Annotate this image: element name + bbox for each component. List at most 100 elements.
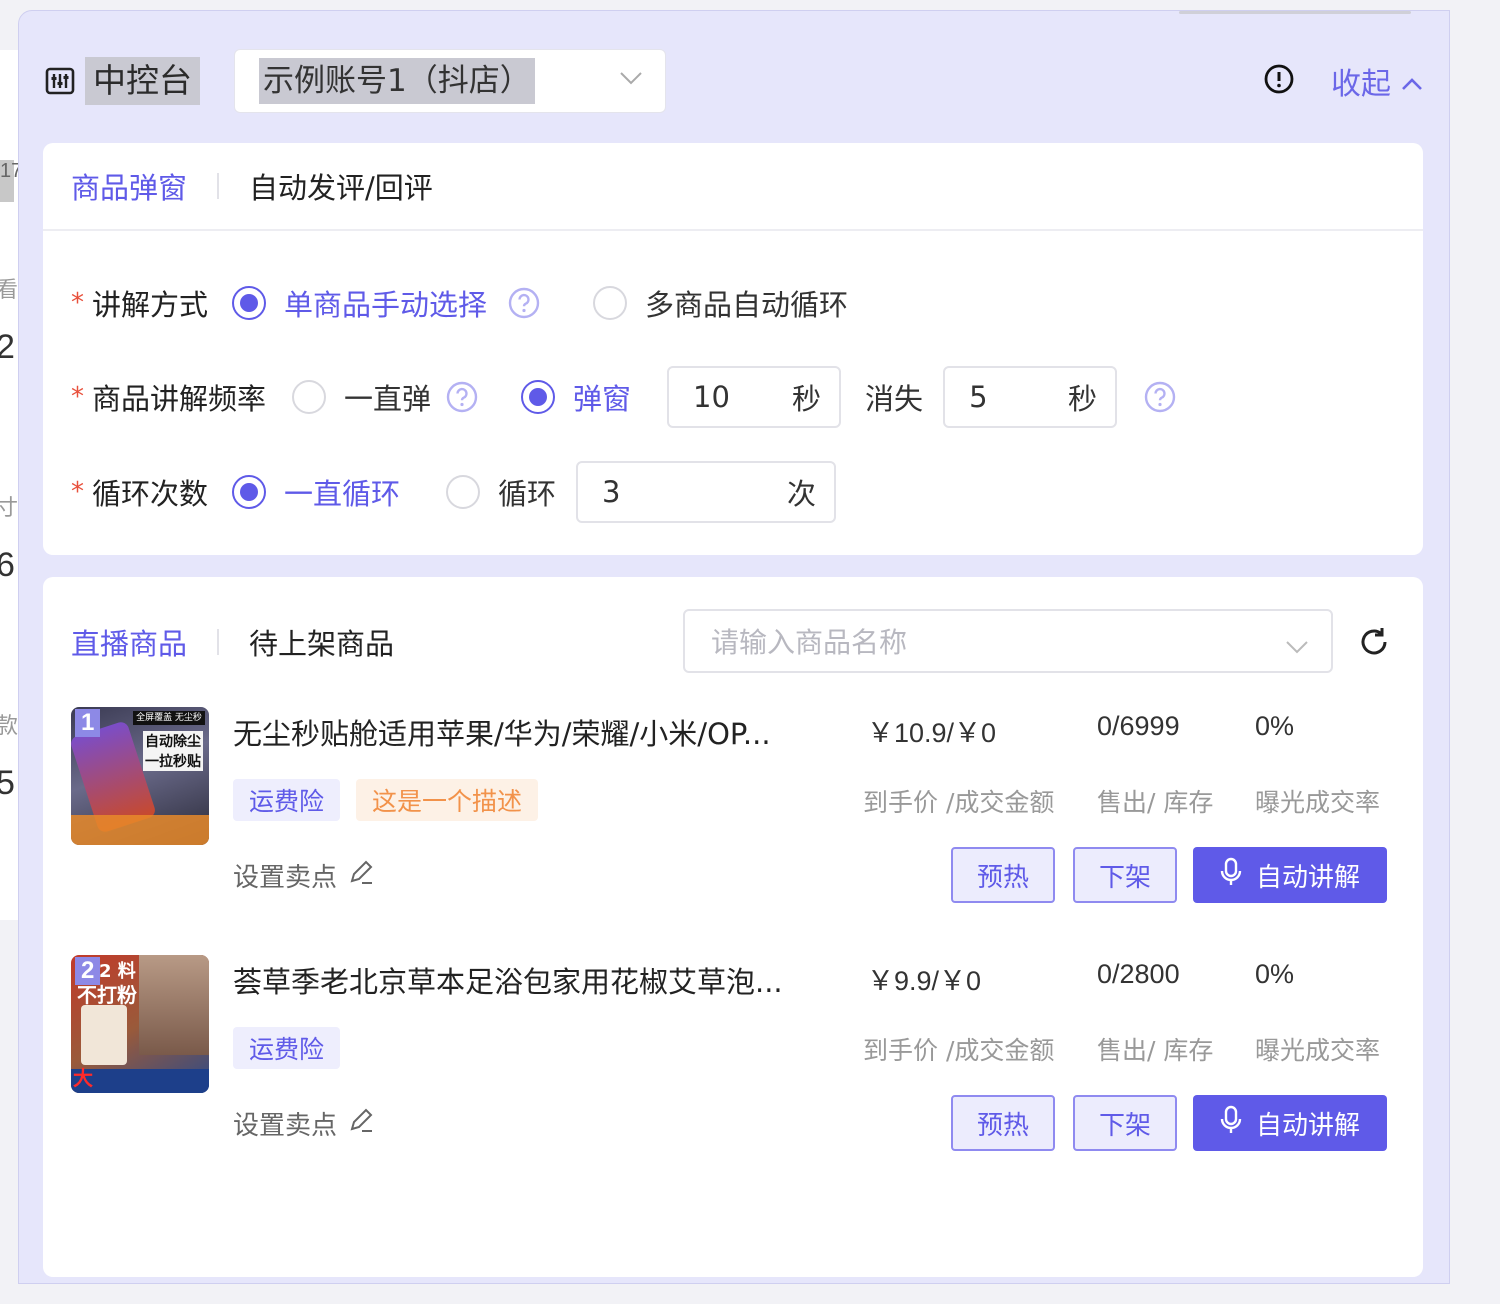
tag-shipping-insurance: 运费险 [233,779,341,821]
tab-divider [217,173,220,199]
conversion-rate-value: 0% [1255,959,1295,989]
search-placeholder: 请输入商品名称 [711,626,908,659]
price-value: ￥10.9/￥0 [867,718,997,748]
product-index: 2 [75,957,101,985]
radio-dot [292,380,327,414]
set-selling-point-link[interactable]: 设置卖点 [233,857,375,894]
delist-button[interactable]: 下架 [1073,1095,1177,1151]
radio-loop-count[interactable]: 循环 [446,471,556,513]
auto-explain-label: 自动讲解 [1255,862,1360,893]
auto-explain-button[interactable]: 自动讲解 [1193,847,1387,903]
radio-label: 多商品自动循环 [645,288,849,322]
radio-label: 弹窗 [573,382,632,416]
thumb-base [71,815,209,845]
background-text: 2 [0,328,15,366]
radio-always-popup[interactable]: 一直弹 [292,376,431,418]
package-image [81,1005,127,1065]
radio-dot [521,380,556,414]
radio-label: 一直弹 [344,382,432,416]
vanish-label: 消失 [865,382,924,416]
explain-mode-row: * 讲解方式 单商品手动选择 多商品自动循环 [71,271,848,335]
tab-live-products[interactable]: 直播商品 [71,621,187,663]
conversion-rate-label: 曝光成交率 [1255,788,1381,817]
product-tags: 运费险 这是一个描述 [233,779,554,821]
background-text: 6 [0,546,15,584]
radio-dot [232,286,267,320]
product-title: 无尘秒贴舱适用苹果/华为/荣耀/小米/OP... [233,717,771,751]
panel-title: 中控台 [85,57,200,105]
background-text: 款 [0,713,19,738]
background-text: 5 [0,764,15,802]
radio-multi-auto[interactable]: 多商品自动循环 [593,282,848,324]
preheat-button[interactable]: 预热 [951,1095,1055,1151]
collapse-button[interactable]: 收起 [1331,59,1423,103]
background-text: 看 [0,277,19,302]
product-thumbnail: 全屏覆盖 无尘秒 自动除尘 一拉秒贴 1 [71,707,209,845]
thumb-text: 一拉秒贴 [143,751,203,771]
set-selling-point-label: 设置卖点 [233,863,338,893]
panel-header: 中控台 示例账号1（抖店） 收起 [45,49,1423,113]
background-text: 寸 [0,495,19,520]
input-unit: 秒 [792,382,822,416]
required-mark: * [71,382,84,412]
edit-pencil-icon [337,858,375,893]
product-index: 1 [75,709,101,737]
radio-popup[interactable]: 弹窗 [521,376,631,418]
help-icon[interactable] [1143,380,1177,414]
control-panel: 中控台 示例账号1（抖店） 收起 商品弹窗 自动发评/回评 * 讲解方式 单商品… [18,10,1450,1284]
radio-label: 单商品手动选择 [284,288,488,322]
collapse-label: 收起 [1331,67,1391,102]
chevron-up-icon [1391,64,1423,99]
chevron-down-icon [1285,629,1309,662]
loop-count-input[interactable]: 3 次 [576,461,837,523]
sold-stock-label: 售出/ 库存 [1097,788,1214,817]
set-selling-point-link[interactable]: 设置卖点 [233,1105,375,1142]
input-value: 5 [969,380,988,414]
help-icon[interactable] [445,380,479,414]
microphone-icon [1220,1105,1256,1142]
popup-interval-input[interactable]: 10 秒 [667,366,842,428]
radio-label: 一直循环 [284,477,401,511]
refresh-icon[interactable] [1357,625,1391,663]
page-bottom-edge [0,1290,1500,1304]
set-selling-point-label: 设置卖点 [233,1111,338,1141]
tag-description: 这是一个描述 [356,779,539,821]
top-scroll-indicator [1179,11,1411,14]
conversion-rate-value: 0% [1255,711,1295,741]
radio-dot [446,475,481,509]
sold-stock-value: 0/2800 [1097,959,1180,989]
sold-stock-value: 0/6999 [1097,711,1180,741]
radio-label: 循环 [498,477,557,511]
loop-label: 循环次数 [92,477,209,511]
tab-product-popup[interactable]: 商品弹窗 [71,165,187,207]
required-mark: * [71,477,84,507]
conversion-rate-label: 曝光成交率 [1255,1036,1381,1065]
products-card: 直播商品 待上架商品 请输入商品名称 全屏覆盖 无尘秒 自动除尘 一拉秒贴 1 … [43,577,1423,1277]
popup-settings-card: 商品弹窗 自动发评/回评 * 讲解方式 单商品手动选择 多商品自动循环 * 商品… [43,143,1423,555]
delist-button[interactable]: 下架 [1073,847,1177,903]
input-unit: 秒 [1068,382,1098,416]
radio-loop-forever[interactable]: 一直循环 [232,471,400,513]
price-label: 到手价 /成交金额 [863,1036,1055,1065]
microphone-icon [1220,857,1256,894]
account-select[interactable]: 示例账号1（抖店） [234,49,666,113]
product-thumbnail: 2 料 不打粉 大 2 [71,955,209,1093]
tabs-divider [43,229,1423,231]
tab-pending-products[interactable]: 待上架商品 [249,621,394,663]
help-icon[interactable] [507,286,541,320]
tab-auto-review[interactable]: 自动发评/回评 [249,165,433,207]
product-item: 2 料 不打粉 大 2 荟草季老北京草本足浴包家用花椒艾草泡... 运费险 设置… [71,955,1387,1165]
auto-explain-label: 自动讲解 [1255,1110,1360,1141]
radio-single-manual[interactable]: 单商品手动选择 [232,282,487,324]
product-item: 全屏覆盖 无尘秒 自动除尘 一拉秒贴 1 无尘秒贴舱适用苹果/华为/荣耀/小米/… [71,707,1387,917]
radio-dot [232,475,267,509]
product-search-select[interactable]: 请输入商品名称 [683,609,1333,673]
sliders-icon [45,66,75,96]
explain-mode-label: 讲解方式 [92,288,209,322]
tag-shipping-insurance: 运费险 [233,1027,341,1069]
vanish-interval-input[interactable]: 5 秒 [943,366,1118,428]
preheat-button[interactable]: 预热 [951,847,1055,903]
info-icon[interactable] [1263,63,1295,99]
auto-explain-button[interactable]: 自动讲解 [1193,1095,1387,1151]
input-value: 10 [693,380,730,414]
